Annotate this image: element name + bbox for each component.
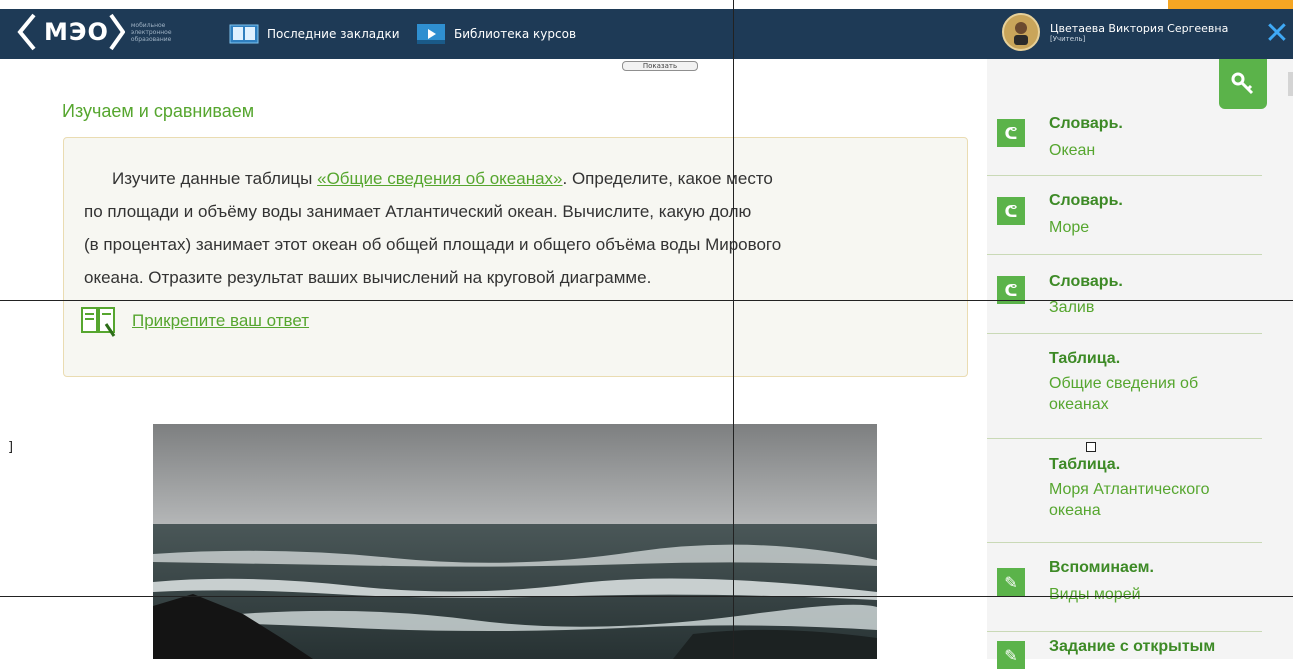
- task-text-line: по площади и объёму воды занимает Атлант…: [84, 202, 752, 221]
- open-book-icon: [229, 23, 259, 45]
- section-title: Изучаем и сравниваем: [62, 101, 255, 121]
- task-box: Изучите данные таблицы «Общие сведения о…: [63, 137, 968, 377]
- key-button[interactable]: [1219, 59, 1267, 109]
- sidebar-item-table-atlantic-seas[interactable]: Таблица. Моря Атлантического океана: [987, 440, 1262, 543]
- task-text-part: . Определите, какое место: [562, 169, 773, 188]
- sidebar-item-title: Задание с открытым: [1049, 638, 1216, 655]
- task-text-line: (в процентах) занимает этот океан об общ…: [84, 235, 782, 254]
- left-bracket-logo-icon: [17, 13, 36, 51]
- recent-bookmarks-link[interactable]: Последние закладки: [229, 21, 400, 47]
- sidebar-item-recall-seas[interactable]: ✎ Вспоминаем. Виды морей: [987, 544, 1262, 632]
- sidebar-item-table-oceans[interactable]: Таблица. Общие сведения об океанах: [987, 335, 1262, 439]
- logo-text: МЭО: [44, 18, 109, 46]
- pencil-icon: ✎: [997, 568, 1025, 596]
- sidebar-item-title: Словарь.: [1049, 115, 1123, 132]
- link-icon: ᕦ: [997, 197, 1025, 225]
- link-icon: ᕦ: [997, 119, 1025, 147]
- guide-line-vertical: [733, 0, 734, 659]
- course-library-label: Библиотека курсов: [454, 27, 577, 41]
- sidebar-item-dictionary-sea[interactable]: ᕦ Словарь. Море: [987, 177, 1262, 255]
- sidebar-item-subtitle: Виды морей: [1049, 586, 1141, 603]
- recent-bookmarks-label: Последние закладки: [267, 27, 400, 41]
- sidebar-item-subtitle: Моря Атлантического океана: [1049, 481, 1210, 519]
- user-role: [Учитель]: [1050, 34, 1086, 43]
- sidebar-scrollbar[interactable]: [1288, 72, 1293, 96]
- close-icon[interactable]: ✕: [1262, 19, 1292, 49]
- sidebar-item-dictionary-ocean[interactable]: ᕦ Словарь. Океан: [987, 109, 1262, 176]
- show-button[interactable]: Показать: [622, 61, 698, 71]
- user-name: Цветаева Виктория Сергеевна: [1050, 21, 1229, 35]
- guide-line-horizontal: [0, 300, 1293, 301]
- course-library-link[interactable]: Библиотека курсов: [416, 21, 576, 47]
- sidebar-item-subtitle: Общие сведения об океанах: [1049, 375, 1199, 413]
- logo-subtitle: мобильное электронное образование: [130, 21, 172, 43]
- ocean-photo: [153, 424, 877, 659]
- sidebar-item-subtitle: Море: [1049, 219, 1090, 236]
- sidebar-item-title: Таблица.: [1049, 456, 1121, 473]
- task-text-part: Изучите данные таблицы: [112, 169, 318, 188]
- video-library-icon: [416, 23, 446, 45]
- task-text: Изучите данные таблицы «Общие сведения о…: [84, 162, 954, 294]
- sidebar-item-subtitle: Океан: [1049, 142, 1096, 159]
- task-text-line: океана. Отразите результат ваших вычисле…: [84, 268, 652, 287]
- ocean-table-link[interactable]: «Общие сведения об океанах»: [317, 169, 562, 188]
- sidebar-item-dictionary-bay[interactable]: ᕦ Словарь. Залив: [987, 256, 1262, 334]
- sidebar-item-title: Словарь.: [1049, 192, 1123, 209]
- guide-line-horizontal: [0, 596, 1293, 597]
- top-navigation-bar: МЭО мобильное электронное образование По…: [0, 9, 1293, 59]
- sidebar-item-title: Словарь.: [1049, 273, 1123, 290]
- corner-tab: [1168, 0, 1293, 9]
- right-bracket-logo-icon: [109, 13, 125, 51]
- key-icon: [1231, 72, 1254, 95]
- logo[interactable]: МЭО мобильное электронное образование: [16, 12, 196, 52]
- avatar: [1002, 13, 1040, 51]
- pencil-icon: ✎: [997, 641, 1025, 669]
- sidebar-item-open-task[interactable]: ✎ Задание с открытым: [987, 633, 1262, 669]
- edge-marker: ]: [8, 440, 14, 455]
- user-profile[interactable]: Цветаева Виктория Сергеевна [Учитель]: [1002, 13, 1228, 51]
- attach-answer-label: Прикрепите ваш ответ: [132, 311, 310, 330]
- selection-handle: [1086, 442, 1096, 452]
- attach-book-icon: [80, 304, 118, 338]
- sidebar-item-title: Вспоминаем.: [1049, 559, 1154, 576]
- sidebar-item-title: Таблица.: [1049, 350, 1121, 367]
- attach-answer[interactable]: Прикрепите ваш ответ: [80, 304, 309, 338]
